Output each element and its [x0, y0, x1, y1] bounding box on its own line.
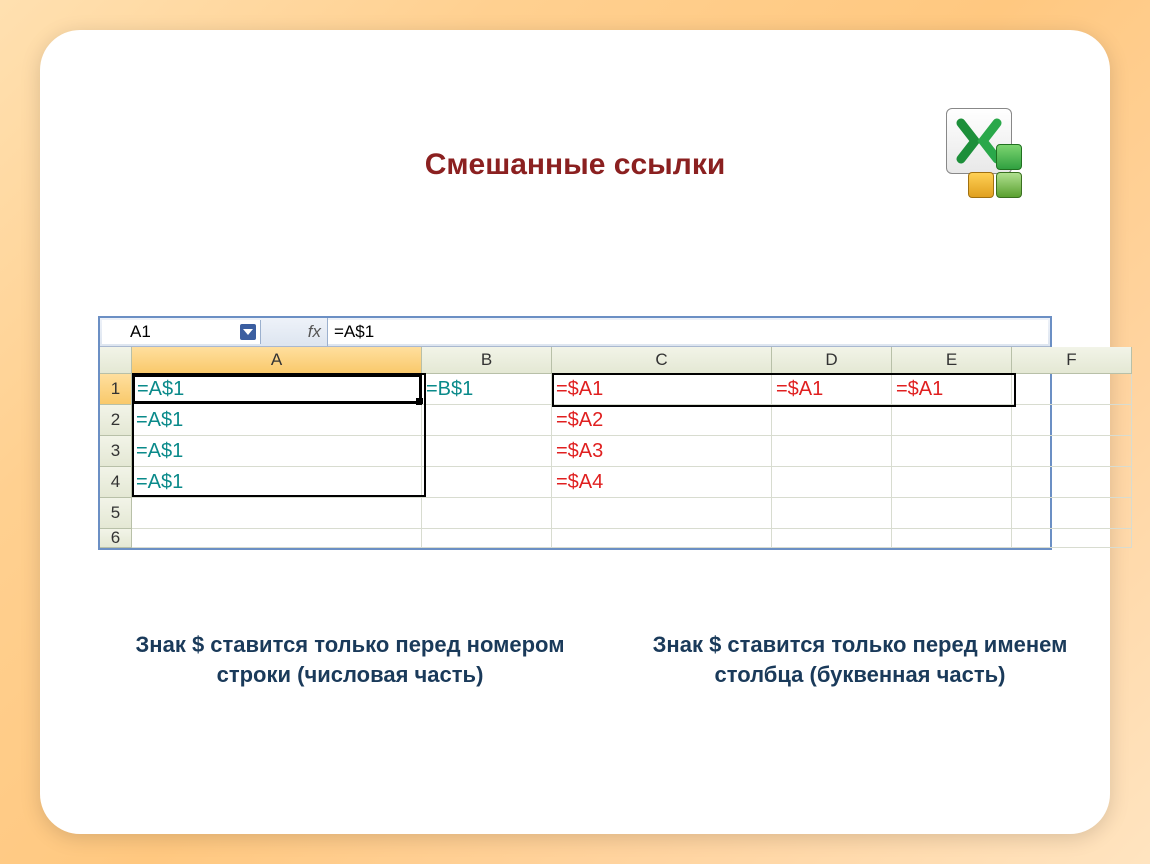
cell-B1[interactable]: =B$1	[422, 374, 552, 405]
cell-B6[interactable]	[422, 529, 552, 548]
formula-input[interactable]: =A$1	[328, 320, 1048, 344]
caption-left: Знак $ ставится только перед номером стр…	[130, 630, 570, 689]
row-header-2[interactable]: 2	[100, 405, 132, 436]
col-header-F[interactable]: F	[1012, 347, 1132, 374]
cell-E1[interactable]: =$A1	[892, 374, 1012, 405]
fx-label[interactable]: fx	[261, 318, 328, 346]
grid: A B C D E F 1 =A$1 =B$1 =$A1 =$A1 =$A1 2…	[100, 347, 1050, 548]
cell-D2[interactable]	[772, 405, 892, 436]
cell-A6[interactable]	[132, 529, 422, 548]
cell-F1[interactable]	[1012, 374, 1132, 405]
corner-header[interactable]	[100, 347, 132, 374]
cell-C4[interactable]: =$A4	[552, 467, 772, 498]
slide-background: Смешанные ссылки A1 fx =A$1	[0, 0, 1150, 864]
cell-E2[interactable]	[892, 405, 1012, 436]
cell-F6[interactable]	[1012, 529, 1132, 548]
row-header-5[interactable]: 5	[100, 498, 132, 529]
name-box-dropdown-icon[interactable]	[240, 324, 256, 340]
cell-B5[interactable]	[422, 498, 552, 529]
cell-F2[interactable]	[1012, 405, 1132, 436]
cell-B3[interactable]	[422, 436, 552, 467]
excel-icon-sq-lime	[996, 172, 1022, 198]
row-header-4[interactable]: 4	[100, 467, 132, 498]
cell-E3[interactable]	[892, 436, 1012, 467]
cell-F4[interactable]	[1012, 467, 1132, 498]
cell-C6[interactable]	[552, 529, 772, 548]
col-header-B[interactable]: B	[422, 347, 552, 374]
col-header-D[interactable]: D	[772, 347, 892, 374]
cell-F5[interactable]	[1012, 498, 1132, 529]
formula-bar: A1 fx =A$1	[100, 318, 1050, 347]
row-header-6[interactable]: 6	[100, 529, 132, 548]
cell-A5[interactable]	[132, 498, 422, 529]
name-box-value: A1	[130, 322, 151, 342]
cell-D5[interactable]	[772, 498, 892, 529]
cell-E6[interactable]	[892, 529, 1012, 548]
cell-D3[interactable]	[772, 436, 892, 467]
name-box[interactable]: A1	[102, 320, 261, 344]
row-header-3[interactable]: 3	[100, 436, 132, 467]
row-header-1[interactable]: 1	[100, 374, 132, 405]
cell-A2[interactable]: =A$1	[132, 405, 422, 436]
excel-icon	[940, 108, 1032, 200]
cell-B2[interactable]	[422, 405, 552, 436]
cell-D6[interactable]	[772, 529, 892, 548]
slide-card: Смешанные ссылки A1 fx =A$1	[40, 30, 1110, 834]
cell-C2[interactable]: =$A2	[552, 405, 772, 436]
caption-right: Знак $ ставится только перед именем стол…	[630, 630, 1090, 689]
cell-A1[interactable]: =A$1	[132, 374, 422, 404]
cell-E4[interactable]	[892, 467, 1012, 498]
excel-icon-sq-green	[996, 144, 1022, 170]
cell-E5[interactable]	[892, 498, 1012, 529]
cell-C1[interactable]: =$A1	[552, 374, 772, 405]
col-header-E[interactable]: E	[892, 347, 1012, 374]
col-header-C[interactable]: C	[552, 347, 772, 374]
cell-D4[interactable]	[772, 467, 892, 498]
cell-A4[interactable]: =A$1	[132, 467, 422, 498]
spreadsheet: A1 fx =A$1 A B C D E F 1 =A$1 =B$1 =$A1	[98, 316, 1052, 550]
cell-C3[interactable]: =$A3	[552, 436, 772, 467]
cell-C5[interactable]	[552, 498, 772, 529]
excel-icon-sq-orange	[968, 172, 994, 198]
cell-D1[interactable]: =$A1	[772, 374, 892, 405]
col-header-A[interactable]: A	[132, 347, 422, 374]
cell-F3[interactable]	[1012, 436, 1132, 467]
cell-A3[interactable]: =A$1	[132, 436, 422, 467]
cell-B4[interactable]	[422, 467, 552, 498]
